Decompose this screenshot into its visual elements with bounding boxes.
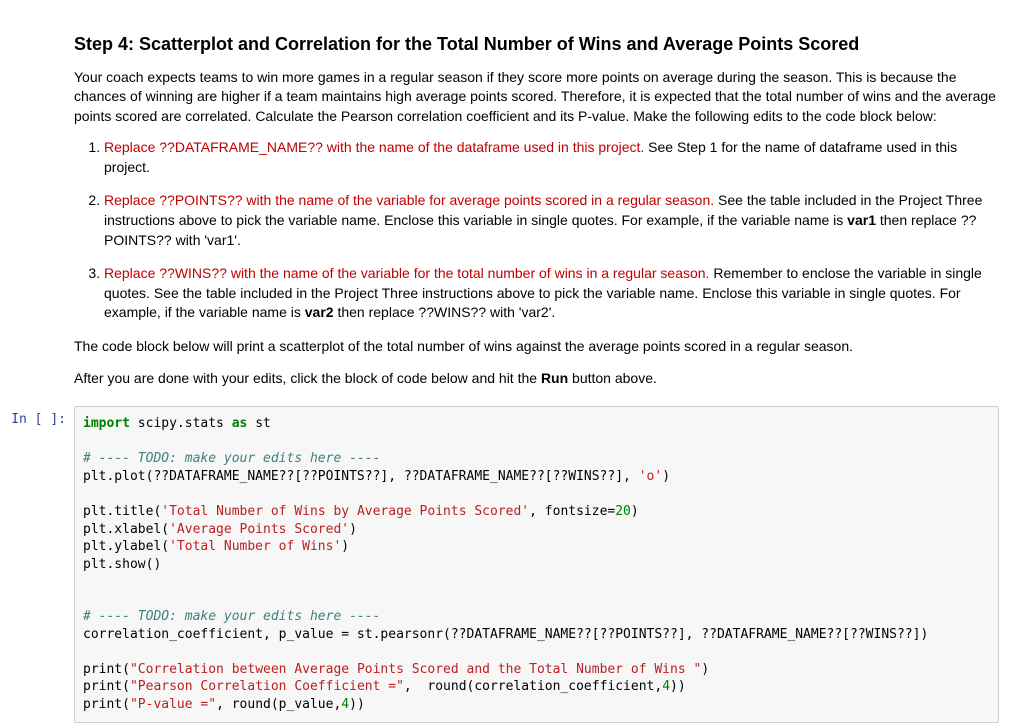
l17a: print( — [83, 697, 130, 712]
l16n: 4 — [662, 679, 670, 694]
l09: plt.show() — [83, 557, 161, 572]
intro-paragraph: Your coach expects teams to win more gam… — [74, 68, 999, 127]
instruction-2-highlight: Replace ??POINTS?? with the name of the … — [104, 192, 714, 208]
l04a: plt.plot(??DATAFRAME_NAME??[??POINTS??],… — [83, 469, 639, 484]
instruction-list: Replace ??DATAFRAME_NAME?? with the name… — [74, 138, 999, 323]
l04s: 'o' — [639, 469, 662, 484]
markdown-prompt — [0, 23, 74, 400]
instruction-3-rest-b: then replace ??WINS?? with 'var2'. — [334, 304, 556, 320]
instruction-3-bold: var2 — [305, 304, 334, 320]
l08b: ) — [341, 539, 349, 554]
l06n: 20 — [615, 504, 631, 519]
l07a: plt.xlabel( — [83, 522, 169, 537]
l15a: print( — [83, 662, 130, 677]
l17b: , round(p_value, — [216, 697, 341, 712]
l16c: )) — [670, 679, 686, 694]
mod-scipy: scipy.stats — [130, 416, 232, 431]
l17s: "P-value =" — [130, 697, 216, 712]
l08a: plt.ylabel( — [83, 539, 169, 554]
l15s: "Correlation between Average Points Scor… — [130, 662, 701, 677]
instruction-item-3: Replace ??WINS?? with the name of the va… — [104, 264, 999, 323]
l06b: , fontsize= — [529, 504, 615, 519]
alias-st: st — [247, 416, 270, 431]
l15b: ) — [701, 662, 709, 677]
code-input-area[interactable]: import scipy.stats as st # ---- TODO: ma… — [74, 406, 999, 722]
code-content-wrapper: import scipy.stats as st # ---- TODO: ma… — [74, 406, 1009, 722]
kw-as: as — [232, 416, 248, 431]
l06s: 'Total Number of Wins by Average Points … — [161, 504, 529, 519]
markdown-cell[interactable]: Step 4: Scatterplot and Correlation for … — [0, 20, 1012, 403]
notebook-container: Step 4: Scatterplot and Correlation for … — [0, 0, 1012, 726]
l13: correlation_coefficient, p_value = st.pe… — [83, 627, 928, 642]
after2-a: After you are done with your edits, clic… — [74, 370, 541, 386]
instruction-2-bold: var1 — [847, 212, 876, 228]
instruction-item-1: Replace ??DATAFRAME_NAME?? with the name… — [104, 138, 999, 177]
markdown-content: Step 4: Scatterplot and Correlation for … — [74, 23, 1009, 400]
l06a: plt.title( — [83, 504, 161, 519]
l17n: 4 — [341, 697, 349, 712]
instruction-1-highlight: Replace ??DATAFRAME_NAME?? with the name… — [104, 139, 644, 155]
code-cell[interactable]: In [ ]: import scipy.stats as st # ---- … — [0, 403, 1012, 725]
l07b: ) — [349, 522, 357, 537]
l08s: 'Total Number of Wins' — [169, 539, 341, 554]
code-prompt: In [ ]: — [0, 406, 74, 722]
instruction-3-highlight: Replace ??WINS?? with the name of the va… — [104, 265, 709, 281]
l04b: ) — [662, 469, 670, 484]
after2-b: button above. — [568, 370, 657, 386]
l17c: )) — [349, 697, 365, 712]
l16a: print( — [83, 679, 130, 694]
comment-todo-2: # ---- TODO: make your edits here ---- — [83, 609, 380, 624]
l07s: 'Average Points Scored' — [169, 522, 349, 537]
l06c: ) — [631, 504, 639, 519]
step-heading: Step 4: Scatterplot and Correlation for … — [74, 33, 999, 56]
comment-todo-1: # ---- TODO: make your edits here ---- — [83, 451, 380, 466]
after-paragraph-1: The code block below will print a scatte… — [74, 337, 999, 357]
instruction-item-2: Replace ??POINTS?? with the name of the … — [104, 191, 999, 250]
l16s: "Pearson Correlation Coefficient =" — [130, 679, 404, 694]
after-paragraph-2: After you are done with your edits, clic… — [74, 369, 999, 389]
l16b: , round(correlation_coefficient, — [404, 679, 662, 694]
kw-import: import — [83, 416, 130, 431]
after2-bold: Run — [541, 370, 568, 386]
